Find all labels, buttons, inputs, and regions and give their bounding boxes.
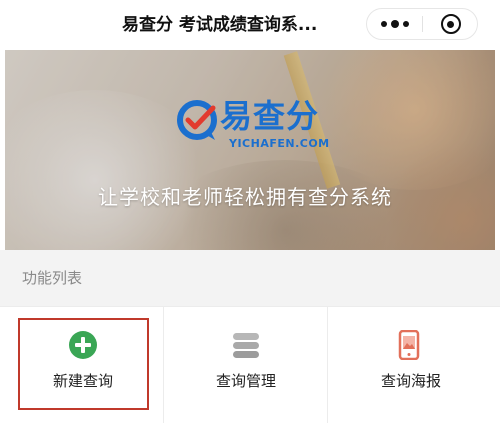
more-button[interactable] (367, 9, 422, 39)
close-target-icon (440, 14, 461, 34)
section-label: 功能列表 (22, 269, 83, 287)
phone-poster-icon (398, 330, 420, 360)
close-button[interactable] (423, 9, 478, 39)
feature-label-query-poster: 查询海报 (380, 372, 441, 390)
more-dot-icon (380, 21, 387, 27)
plus-circle-icon (69, 331, 97, 359)
database-icon (233, 333, 259, 358)
feature-label-query-manage: 查询管理 (215, 372, 276, 390)
feature-query-manage[interactable] (164, 307, 327, 423)
banner-slogan: 让学校和老师轻松拥有查分系统 (98, 185, 392, 209)
more-dot-icon (402, 21, 409, 27)
capsule-menu (366, 8, 478, 40)
page-title: 易查分 考试成绩查询系... (122, 15, 318, 35)
feature-label-new-query: 新建查询 (52, 372, 113, 390)
top-navbar: 易查分 考试成绩查询系... (0, 0, 500, 50)
more-dot-icon (390, 20, 399, 28)
feature-query-poster[interactable] (328, 307, 500, 423)
logo-text: 易查分 (220, 97, 320, 135)
logo-subtext: YICHAFEN.COM (229, 137, 330, 150)
yichafen-logo-icon (177, 100, 217, 140)
